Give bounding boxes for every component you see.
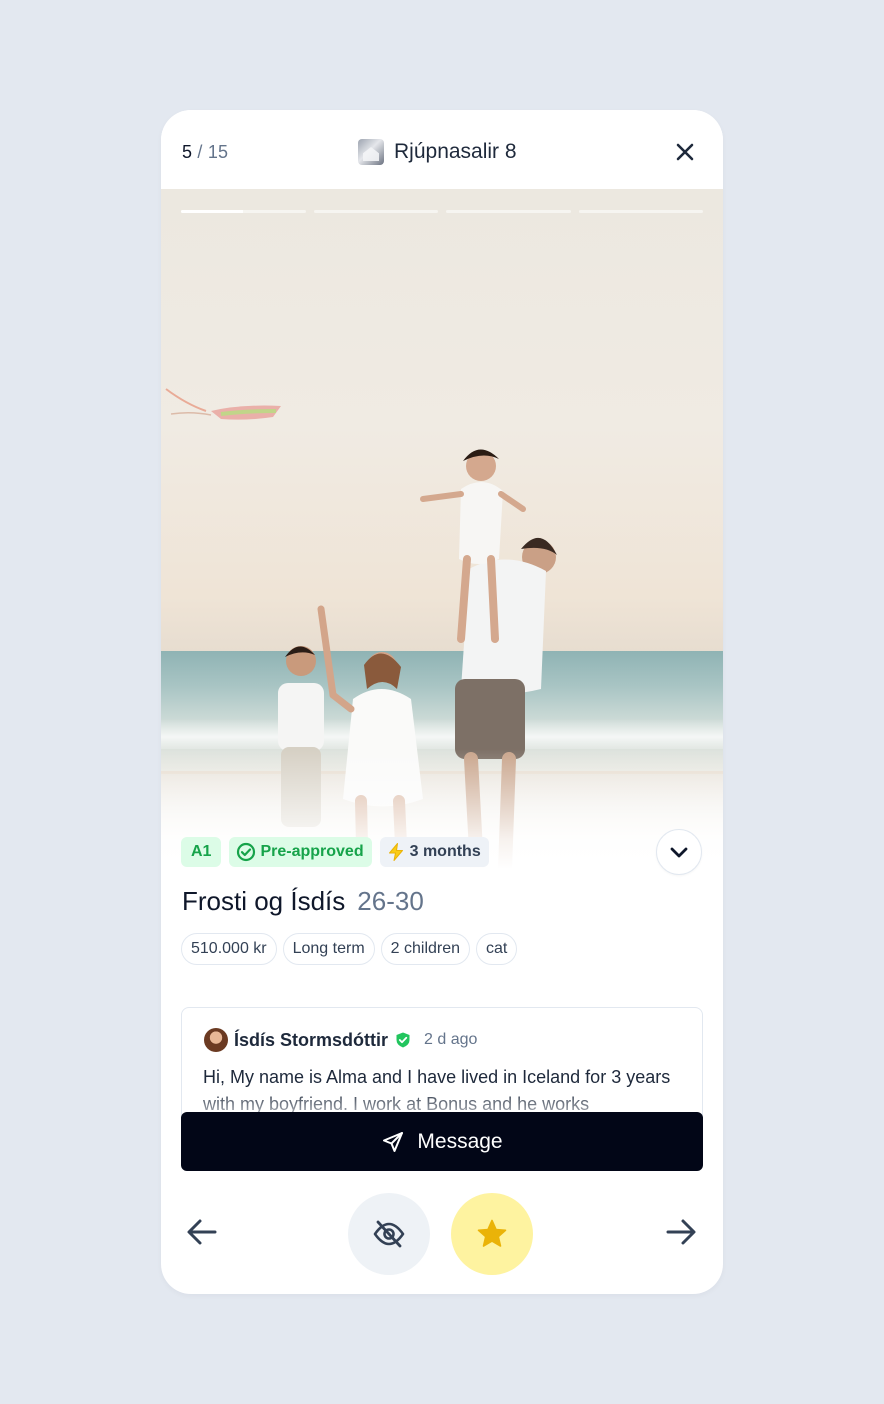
message-time: 2 d ago xyxy=(424,1031,478,1048)
send-icon xyxy=(383,1131,404,1152)
kite xyxy=(165,388,281,420)
close-icon xyxy=(676,143,694,161)
duration-label: 3 months xyxy=(409,843,481,860)
status-chips: A1 Pre-approved 3 months xyxy=(181,837,489,867)
message-author: Ísdís Stormsdóttir xyxy=(234,1029,389,1050)
property-title: Rjúpnasalir 8 xyxy=(394,140,517,163)
duration-badge: 3 months xyxy=(379,837,489,867)
chevron-down-icon xyxy=(670,847,688,858)
close-button[interactable] xyxy=(673,140,697,164)
arrow-right-icon xyxy=(666,1219,696,1245)
favorite-button[interactable] xyxy=(451,1193,533,1275)
avatar xyxy=(204,1028,228,1052)
level-badge-label: A1 xyxy=(191,843,212,860)
story-segment xyxy=(446,210,571,213)
applicant-card: 5 / 15 Rjúpnasalir 8 A1 Pre-approved 3 m… xyxy=(161,110,723,1294)
star-icon xyxy=(477,1219,507,1247)
tag-children: 2 children xyxy=(380,933,471,965)
previous-button[interactable] xyxy=(184,1214,220,1250)
message-button-label: Message xyxy=(417,1129,503,1153)
property-thumbnail xyxy=(358,139,384,165)
hide-applicant-button[interactable] xyxy=(348,1193,430,1275)
pre-approved-badge: Pre-approved xyxy=(229,837,372,867)
check-circle-icon xyxy=(237,842,256,862)
applicant-age-range: 26-30 xyxy=(357,886,424,916)
message-button[interactable]: Message xyxy=(181,1112,703,1171)
tag-budget: 510.000 kr xyxy=(181,933,277,965)
property-header: Rjúpnasalir 8 xyxy=(358,138,517,166)
applicant-tags: 510.000 kr Long term 2 children cat xyxy=(181,933,518,965)
counter-current: 5 xyxy=(182,142,193,162)
eye-off-icon xyxy=(373,1220,405,1248)
lightning-icon xyxy=(388,843,403,861)
pre-approved-label: Pre-approved xyxy=(260,843,364,860)
applicant-heading: Frosti og Ísdís 26-30 xyxy=(182,886,424,917)
story-segment xyxy=(181,210,306,213)
applicant-photo[interactable] xyxy=(161,189,723,869)
counter-total: / 15 xyxy=(197,142,229,162)
applicant-counter: 5 / 15 xyxy=(182,142,228,163)
card-header: 5 / 15 Rjúpnasalir 8 xyxy=(161,110,723,189)
arrow-left-icon xyxy=(187,1219,217,1245)
story-segment xyxy=(578,210,703,213)
tag-pet: cat xyxy=(476,933,518,965)
story-progress xyxy=(181,210,703,214)
message-header: Ísdís Stormsdóttir 2 d ago xyxy=(204,1028,477,1052)
story-segment xyxy=(313,210,438,213)
expand-details-button[interactable] xyxy=(656,829,702,875)
level-badge: A1 xyxy=(181,837,222,867)
tag-lease-term: Long term xyxy=(282,933,375,965)
applicant-name: Frosti og Ísdís xyxy=(182,886,346,916)
next-button[interactable] xyxy=(663,1214,699,1250)
verified-shield-icon xyxy=(396,1032,410,1048)
